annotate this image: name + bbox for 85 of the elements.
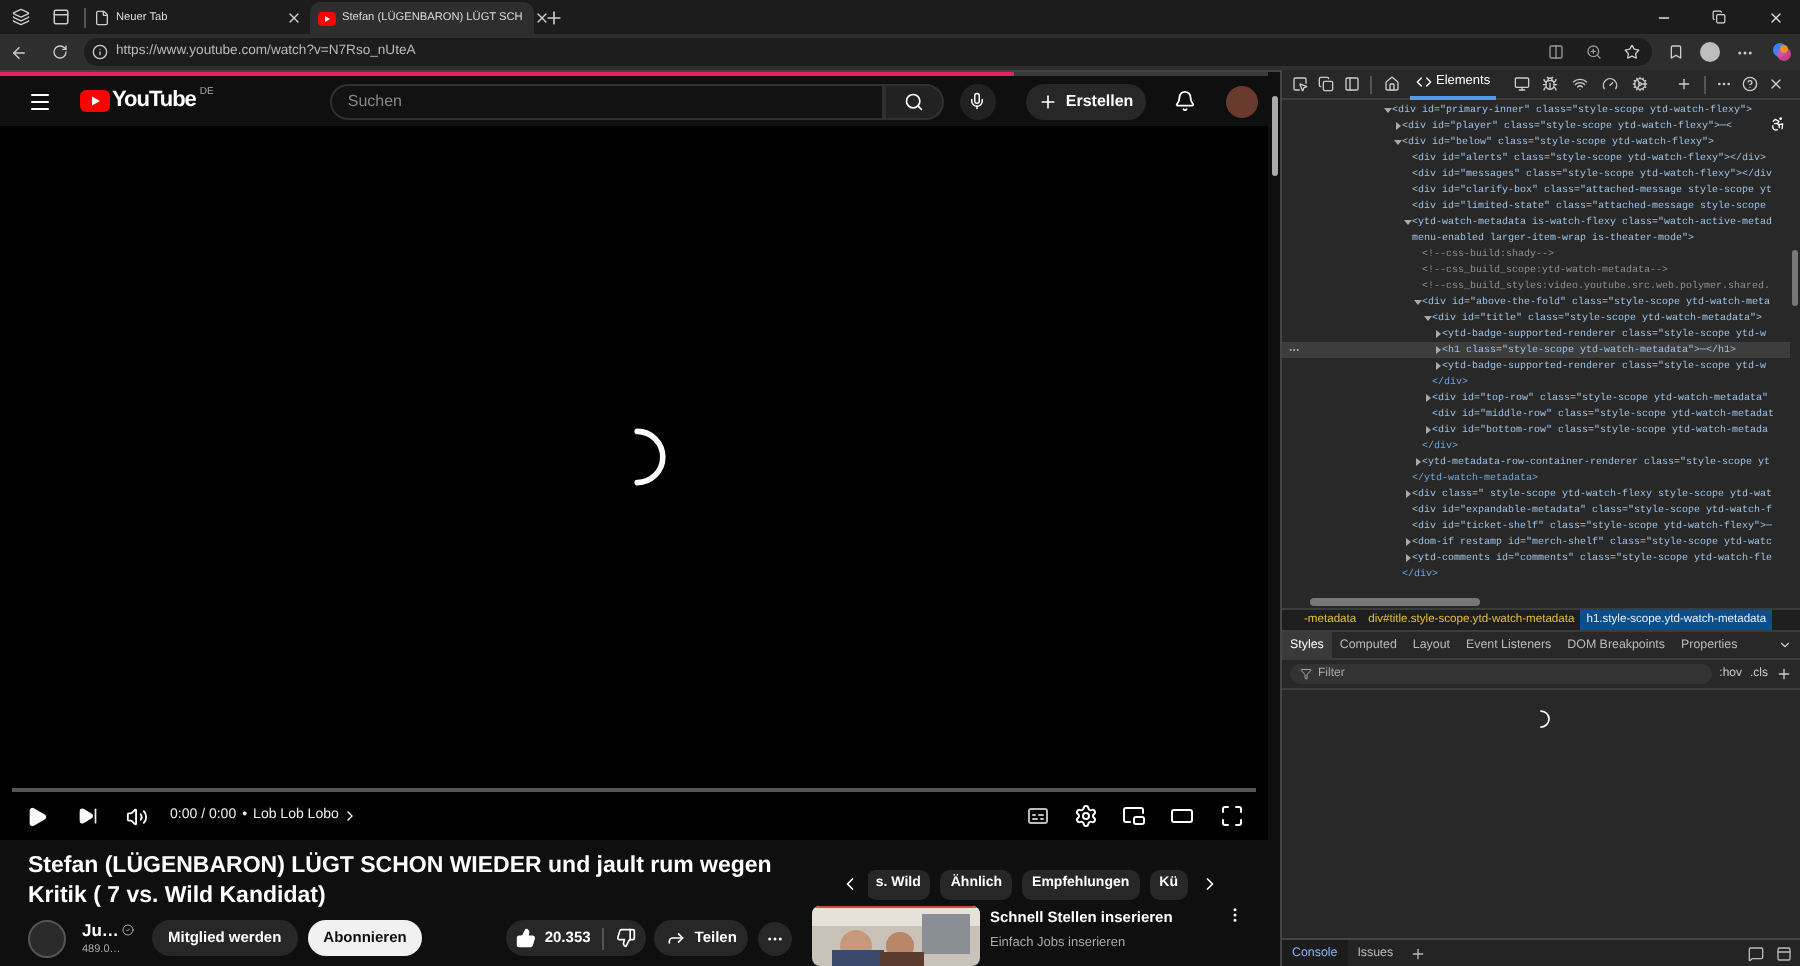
volume-icon[interactable]	[126, 805, 148, 827]
notifications-icon[interactable]	[1173, 90, 1196, 112]
more-actions-button[interactable]	[758, 921, 793, 955]
search-placeholder: Suchen	[347, 89, 403, 113]
filter-icon	[1300, 668, 1312, 680]
zoom-icon[interactable]	[1586, 44, 1602, 60]
favorites-icon[interactable]	[1668, 44, 1684, 60]
loading-spinner-icon	[1540, 710, 1550, 728]
profile-avatar[interactable]	[1700, 42, 1720, 62]
miniplayer-icon[interactable]	[1122, 804, 1146, 828]
back-icon[interactable]	[10, 43, 28, 61]
accessibility-icon[interactable]	[1770, 116, 1786, 132]
expand-arrow-icon[interactable]	[1433, 346, 1441, 354]
tree-scrollbar-thumb[interactable]	[1792, 250, 1798, 306]
code-icon	[1416, 74, 1432, 90]
verified-icon	[122, 923, 135, 936]
cog-icon[interactable]	[1632, 76, 1649, 92]
bug-icon[interactable]	[1542, 76, 1559, 92]
close-tab-icon[interactable]	[286, 10, 302, 26]
restore-icon[interactable]	[1712, 10, 1726, 24]
feedback-icon[interactable]	[1748, 945, 1764, 961]
expand-arrow-icon[interactable]	[1413, 298, 1421, 306]
dislike-icon[interactable]	[616, 928, 637, 948]
expand-arrow-icon[interactable]	[1423, 314, 1431, 322]
expand-arrow-icon[interactable]	[1403, 490, 1411, 498]
video-title: Stefan (LÜGENBARON) LÜGT SCHON WIEDER und jault rum wegen Kritik ( 7 vs. Wild Kandidat)	[28, 852, 774, 912]
dock-drawer-icon[interactable]	[1776, 945, 1792, 961]
refresh-icon[interactable]	[52, 44, 68, 60]
expand-arrow-icon[interactable]	[1403, 218, 1411, 226]
expand-arrow-icon[interactable]	[1433, 362, 1441, 370]
expand-arrow-icon[interactable]	[1383, 106, 1391, 114]
subtitles-icon[interactable]	[1026, 804, 1050, 828]
expand-arrow-icon[interactable]	[1413, 458, 1421, 466]
theater-mode-icon[interactable]	[1170, 804, 1194, 828]
channel-name[interactable]: Ju…	[82, 917, 119, 943]
next-icon[interactable]	[78, 806, 98, 826]
search-button[interactable]	[883, 83, 944, 119]
expand-arrow-icon[interactable]	[1393, 138, 1401, 146]
split-screen-icon[interactable]	[1548, 44, 1564, 60]
page-icon	[94, 10, 110, 26]
expand-arrow-icon[interactable]	[1403, 538, 1411, 546]
gauge-icon[interactable]	[1602, 76, 1619, 92]
close-tab-icon[interactable]	[534, 10, 551, 26]
chevron-down-icon[interactable]	[1778, 638, 1792, 652]
expand-arrow-icon[interactable]	[1423, 426, 1431, 434]
fullscreen-icon[interactable]	[1220, 804, 1244, 828]
channel-avatar[interactable]	[28, 919, 66, 957]
home-icon[interactable]	[1384, 76, 1400, 92]
wifi-icon[interactable]	[1572, 76, 1589, 92]
loading-spinner-icon	[634, 428, 666, 486]
expand-arrow-icon[interactable]	[1433, 330, 1441, 338]
youtube-favicon-icon	[318, 11, 336, 25]
tab-actions-icon[interactable]	[52, 8, 70, 26]
like-icon[interactable]	[516, 928, 537, 948]
youtube-logo-icon[interactable]	[80, 90, 110, 112]
help-icon[interactable]	[1742, 76, 1759, 92]
share-icon	[666, 928, 687, 948]
plus-icon	[1037, 91, 1058, 111]
mic-icon	[968, 92, 987, 110]
voice-search-button[interactable]	[959, 83, 996, 119]
sidebar-icon[interactable]	[1344, 76, 1360, 92]
new-rule-icon[interactable]	[1776, 666, 1792, 682]
expand-arrow-icon[interactable]	[1423, 394, 1431, 402]
copilot-icon[interactable]	[1772, 42, 1792, 62]
menu-icon[interactable]	[28, 89, 52, 113]
play-icon[interactable]	[26, 805, 48, 827]
add-tool-icon[interactable]	[1676, 76, 1693, 92]
horizontal-scrollbar-thumb[interactable]	[1310, 598, 1480, 606]
device-toolbar-icon[interactable]	[1318, 76, 1334, 92]
add-drawer-tab-icon[interactable]	[1409, 945, 1426, 961]
close-window-icon[interactable]	[1768, 9, 1784, 25]
new-tab-icon[interactable]	[544, 7, 564, 27]
search-icon	[903, 91, 924, 111]
site-info-icon[interactable]	[92, 44, 108, 60]
create-button[interactable]: Erstellen	[1025, 83, 1146, 119]
settings-icon[interactable]	[1074, 804, 1098, 828]
youtube-wordmark[interactable]: YouTube	[112, 90, 196, 112]
scrollbar-thumb[interactable]	[1271, 96, 1277, 176]
inspect-icon[interactable]	[1292, 76, 1308, 92]
expand-arrow-icon[interactable]	[1393, 122, 1401, 130]
workspaces-icon[interactable]	[12, 8, 30, 26]
favorite-star-icon[interactable]	[1624, 44, 1640, 60]
search-field[interactable]: Suchen	[329, 83, 884, 119]
expand-arrow-icon[interactable]	[1403, 554, 1411, 562]
close-icon[interactable]	[1768, 76, 1785, 92]
